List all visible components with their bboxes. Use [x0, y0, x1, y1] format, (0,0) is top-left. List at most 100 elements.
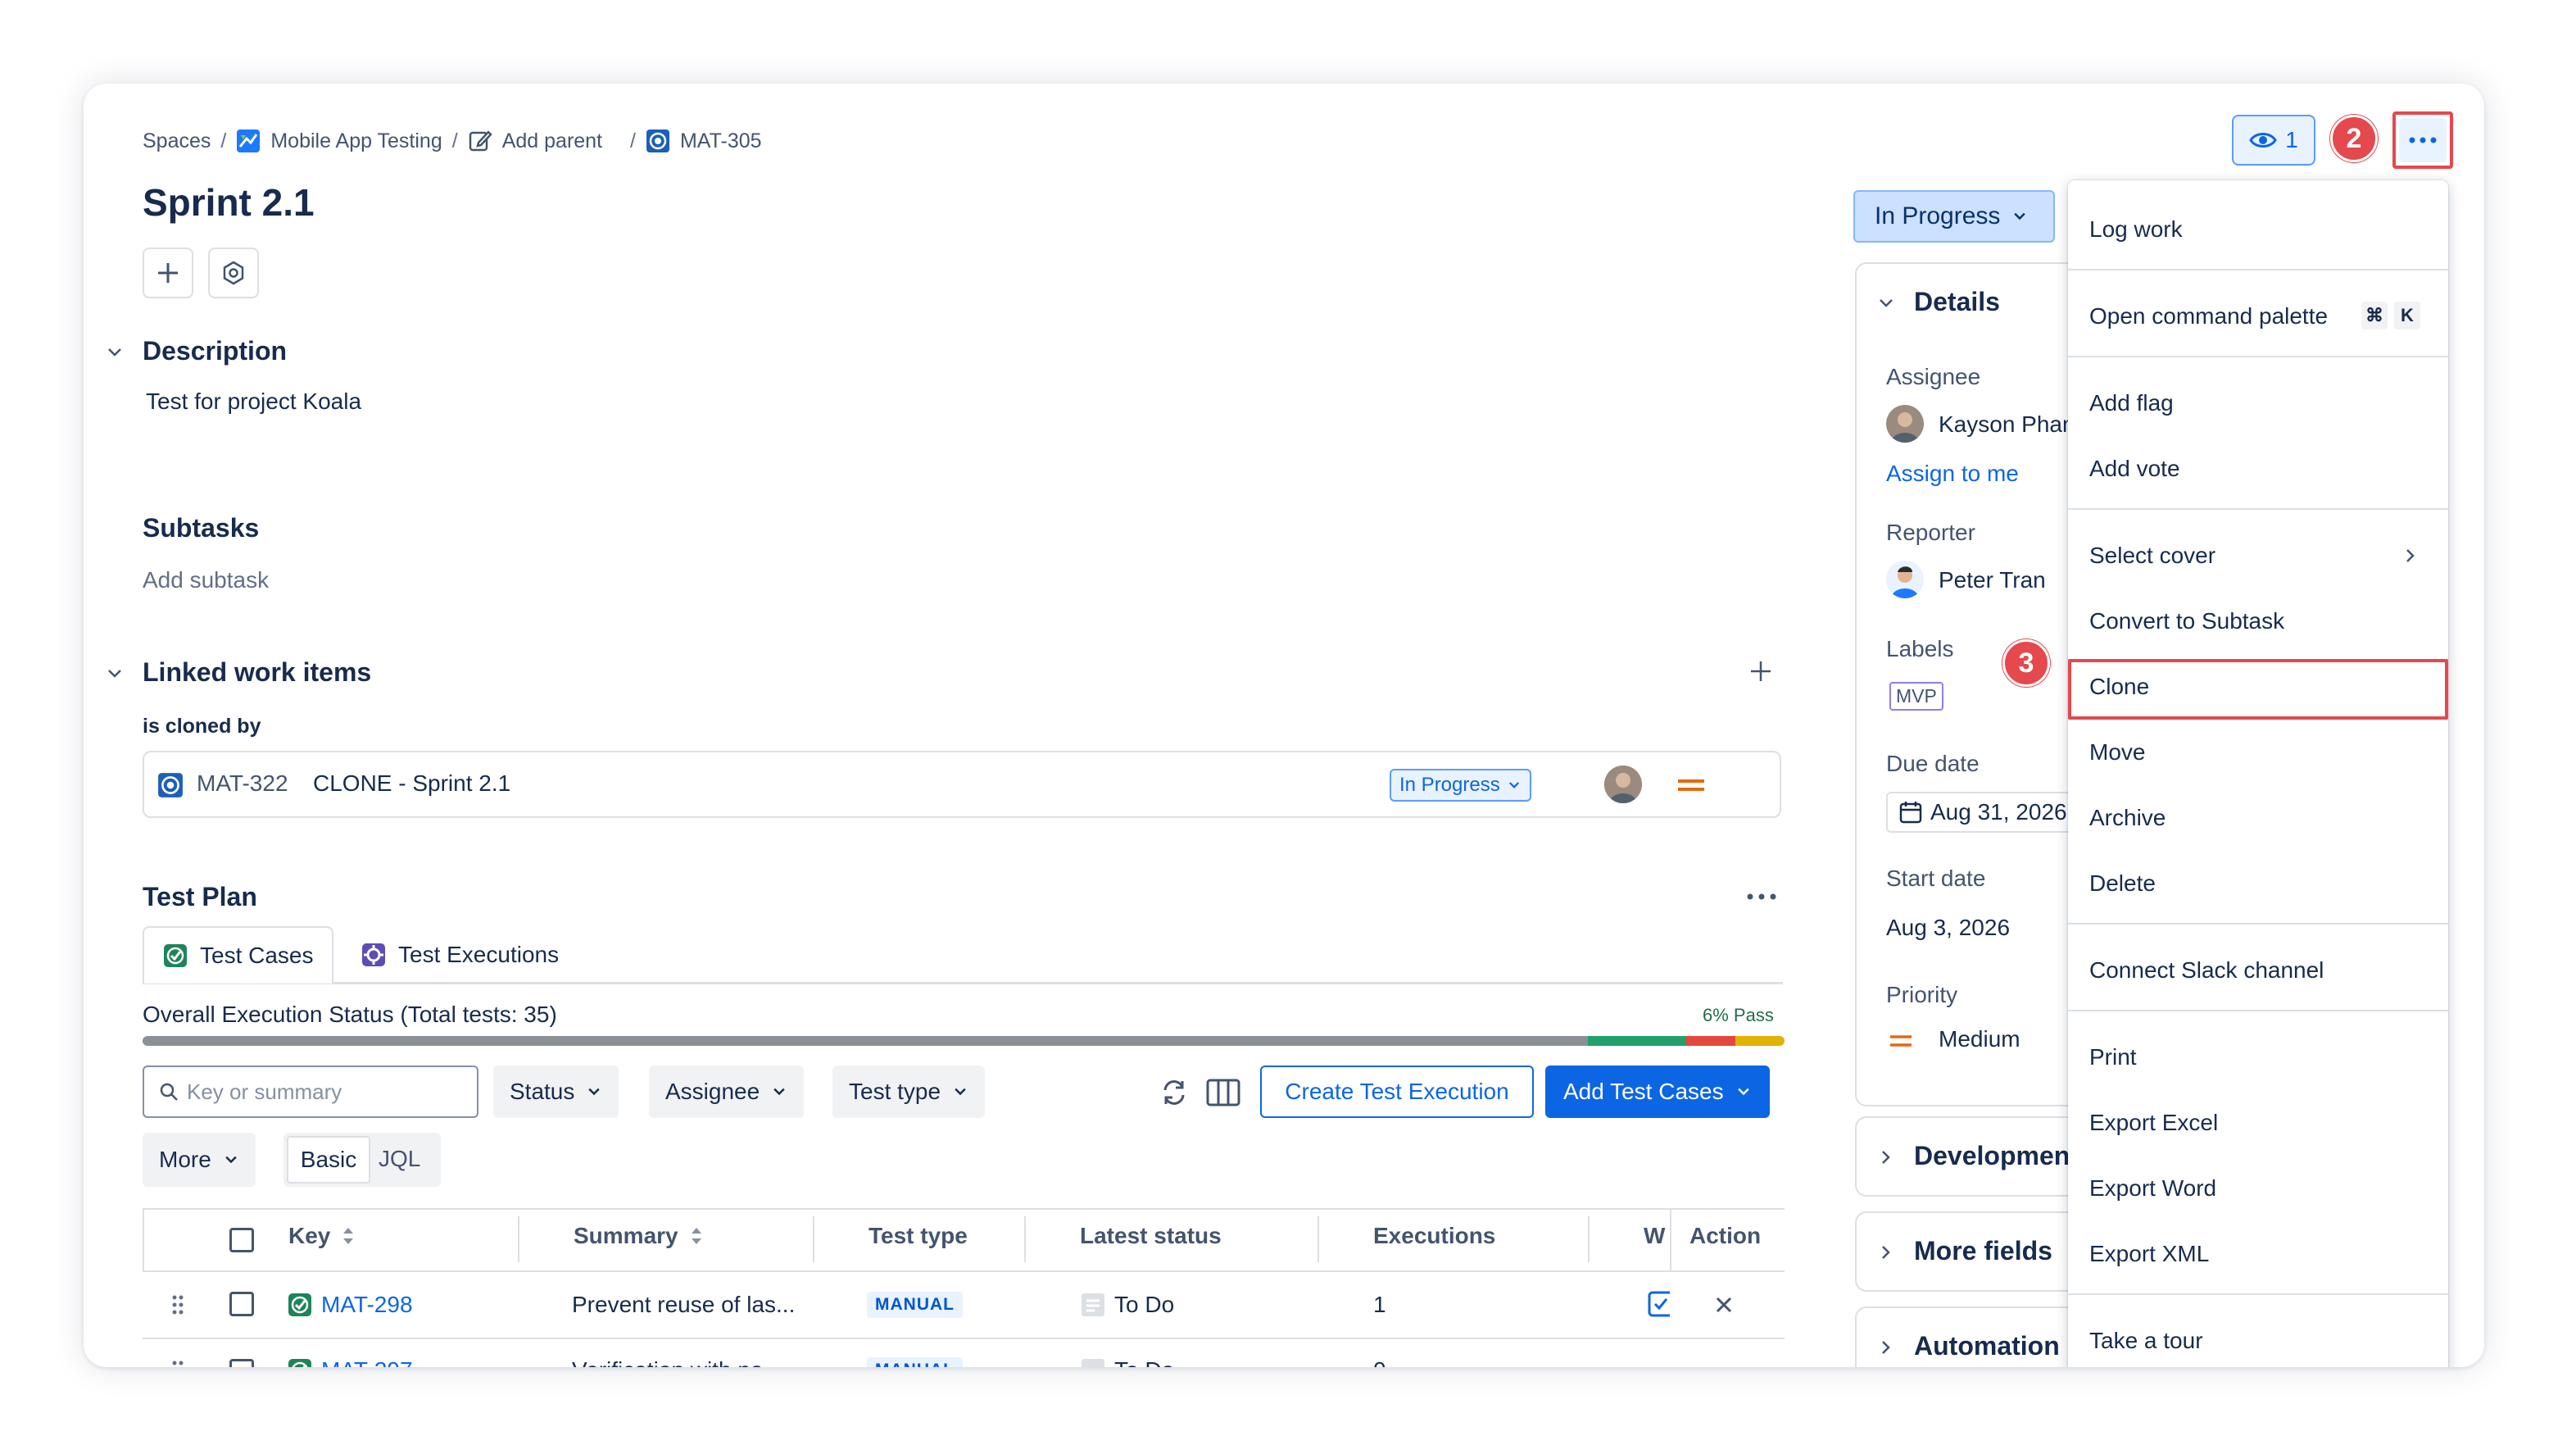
basic-mode-button[interactable]: Basic — [287, 1136, 370, 1184]
breadcrumb-spaces[interactable]: Spaces — [143, 129, 211, 153]
pass-percentage: 6% Pass — [1703, 1005, 1774, 1025]
column-header-summary[interactable]: Summary — [574, 1223, 703, 1249]
menu-item-print[interactable]: Print — [2089, 1044, 2137, 1070]
menu-item-archive[interactable]: Archive — [2089, 805, 2166, 831]
column-header-executions[interactable]: Executions — [1373, 1223, 1495, 1249]
breadcrumb-project[interactable]: Mobile App Testing — [236, 129, 442, 153]
menu-item-open-command-palette[interactable]: Open command palette — [2089, 303, 2328, 329]
test-type-filter-dropdown[interactable]: Test type — [832, 1066, 986, 1118]
column-header-test-type[interactable]: Test type — [868, 1223, 968, 1249]
tab-test-cases[interactable]: Test Cases — [143, 926, 333, 984]
priority-value[interactable]: Medium — [1939, 1026, 2020, 1052]
column-header-key[interactable]: Key — [288, 1223, 355, 1249]
status-filter-dropdown[interactable]: Status — [493, 1066, 619, 1118]
chevron-down-icon[interactable] — [105, 664, 125, 684]
due-date-value: Aug 31, 2026 — [1930, 799, 2067, 825]
assignee-avatar — [1886, 405, 1924, 443]
todo-status-icon — [1082, 1359, 1104, 1367]
more-filters-label: More — [159, 1147, 211, 1172]
create-test-execution-button[interactable]: Create Test Execution — [1260, 1066, 1534, 1118]
priority-label: Priority — [1886, 982, 1958, 1007]
menu-item-add-flag[interactable]: Add flag — [2089, 390, 2174, 416]
linked-item-status[interactable]: In Progress — [1390, 769, 1531, 802]
start-date-value[interactable]: Aug 3, 2026 — [1886, 915, 2010, 941]
add-link-plus-icon[interactable] — [1748, 659, 1773, 684]
menu-item-clone[interactable]: Clone — [2089, 674, 2149, 700]
description-text[interactable]: Test for project Koala — [146, 388, 361, 415]
tab-test-executions-label: Test Executions — [398, 942, 560, 967]
assignee-label: Assignee — [1886, 364, 1981, 389]
jql-mode-button[interactable]: JQL — [379, 1146, 420, 1172]
automation-panel[interactable]: Automation — [1855, 1306, 2101, 1367]
drag-handle-icon[interactable] — [170, 1293, 185, 1316]
row-summary[interactable]: Verification with pa... — [572, 1357, 782, 1367]
chevron-down-icon — [1737, 1088, 1749, 1096]
linked-items-heading: Linked work items — [143, 657, 372, 687]
chevron-down-icon — [955, 1088, 966, 1096]
column-header-w[interactable]: W — [1644, 1223, 1670, 1249]
more-fields-panel[interactable]: More fields — [1855, 1211, 2101, 1292]
linked-item-summary[interactable]: CLONE - Sprint 2.1 — [313, 770, 510, 797]
column-header-latest-status[interactable]: Latest status — [1080, 1223, 1222, 1249]
assignee-filter-dropdown[interactable]: Assignee — [649, 1066, 805, 1118]
menu-divider — [2068, 269, 2448, 270]
issue-status-label: In Progress — [1875, 202, 2001, 229]
add-parent-link[interactable]: Add parent — [468, 129, 602, 153]
test-plan-type-icon — [158, 773, 183, 797]
workflow-icon[interactable] — [1647, 1290, 1670, 1318]
apps-button[interactable] — [208, 248, 259, 298]
more-filters-dropdown[interactable]: More — [143, 1133, 256, 1187]
issue-status-button[interactable]: In Progress — [1853, 190, 2055, 243]
column-key-label: Key — [288, 1223, 331, 1248]
plus-icon — [158, 263, 178, 283]
development-heading: Development — [1914, 1141, 2079, 1170]
linked-item-key[interactable]: MAT-322 — [197, 770, 288, 797]
drag-handle-icon[interactable] — [170, 1359, 185, 1367]
development-panel[interactable]: Development — [1855, 1116, 2101, 1197]
menu-item-select-cover[interactable]: Select cover — [2089, 543, 2215, 569]
linked-item-row[interactable]: MAT-322 CLONE - Sprint 2.1 In Progress — [143, 751, 1781, 818]
refresh-icon[interactable] — [1159, 1077, 1190, 1108]
subtasks-heading: Subtasks — [143, 513, 260, 543]
add-subtask-link[interactable]: Add subtask — [143, 567, 269, 593]
menu-item-delete[interactable]: Delete — [2089, 870, 2156, 897]
issue-title[interactable]: Sprint 2.1 — [143, 180, 315, 225]
menu-item-export-word[interactable]: Export Word — [2089, 1175, 2216, 1202]
menu-item-export-excel[interactable]: Export Excel — [2089, 1110, 2218, 1136]
row-key-link[interactable]: MAT-298 — [321, 1292, 413, 1318]
row-checkbox[interactable] — [229, 1292, 254, 1316]
select-all-checkbox[interactable] — [229, 1228, 254, 1252]
edit-pencil-icon — [468, 129, 492, 153]
tab-test-executions[interactable]: Test Executions — [361, 926, 559, 984]
breadcrumb-issue-key[interactable]: MAT-305 — [646, 129, 762, 153]
label-chip[interactable]: MVP — [1889, 682, 1943, 711]
assign-to-me-link[interactable]: Assign to me — [1886, 461, 2019, 487]
watchers-button[interactable]: 1 — [2232, 115, 2315, 166]
more-horizontal-icon[interactable] — [1745, 888, 1778, 905]
menu-item-add-vote[interactable]: Add vote — [2089, 456, 2180, 482]
menu-item-move[interactable]: Move — [2089, 739, 2145, 766]
menu-item-log-work[interactable]: Log work — [2089, 216, 2183, 243]
row-checkbox[interactable] — [229, 1359, 254, 1367]
menu-item-take-a-tour[interactable]: Take a tour — [2089, 1328, 2203, 1354]
add-test-cases-button[interactable]: Add Test Cases — [1545, 1066, 1770, 1118]
details-heading[interactable]: Details — [1914, 287, 2000, 317]
reporter-label: Reporter — [1886, 520, 1975, 545]
add-button[interactable] — [143, 248, 193, 298]
menu-item-convert-to-subtask[interactable]: Convert to Subtask — [2089, 608, 2284, 634]
remove-row-close-icon[interactable] — [1714, 1295, 1734, 1315]
columns-icon[interactable] — [1206, 1077, 1240, 1108]
assignee-name[interactable]: Kayson Pham — [1939, 411, 2081, 438]
menu-item-export-xml[interactable]: Export XML — [2089, 1241, 2209, 1267]
chevron-down-icon[interactable] — [1876, 293, 1896, 313]
overall-execution-status: Overall Execution Status (Total tests: 3… — [143, 1002, 557, 1027]
menu-item-connect-slack-channel[interactable]: Connect Slack channel — [2089, 957, 2324, 984]
row-summary[interactable]: Prevent reuse of las... — [572, 1292, 795, 1318]
row-key-link[interactable]: MAT-297 — [321, 1357, 413, 1367]
search-input[interactable]: Key or summary — [143, 1066, 478, 1118]
more-actions-button[interactable] — [2392, 111, 2453, 169]
test-plan-type-icon — [646, 129, 670, 153]
reporter-name[interactable]: Peter Tran — [1939, 567, 2046, 593]
avatar — [1604, 766, 1642, 803]
chevron-down-icon[interactable] — [105, 343, 125, 362]
